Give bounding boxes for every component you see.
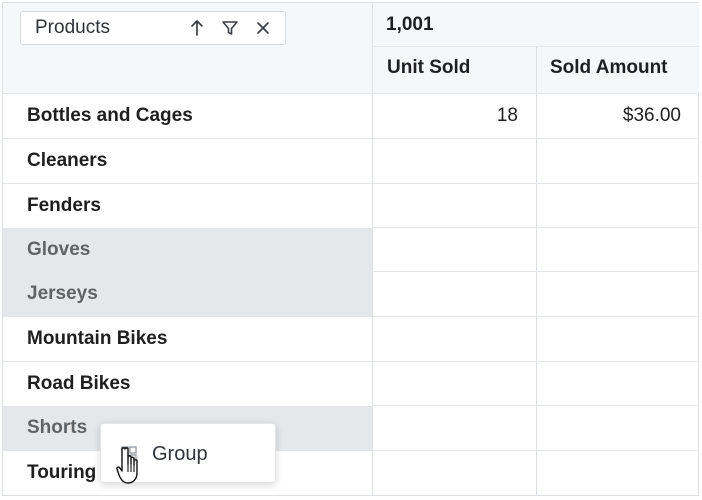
grid-divider bbox=[373, 227, 699, 228]
column-header-unit-sold[interactable]: Unit Sold bbox=[373, 46, 536, 90]
pivot-grid-page: Products 1,001 Unit Sold Sold Amount Bot… bbox=[0, 0, 702, 500]
row-header-mountain-bikes[interactable]: Mountain Bikes bbox=[3, 317, 372, 361]
context-menu: Group bbox=[100, 423, 276, 483]
row-label-text: Shorts bbox=[27, 417, 88, 438]
row-label-text: Jerseys bbox=[27, 283, 98, 304]
group-icon bbox=[119, 444, 139, 464]
cell-value: 18 bbox=[496, 105, 518, 126]
row-label-text: Touring bbox=[27, 462, 97, 483]
grid-divider bbox=[3, 183, 699, 184]
cell-sold-amount[interactable]: $36.00 bbox=[536, 94, 699, 138]
row-label-text: Road Bikes bbox=[27, 373, 131, 394]
cell-unit-sold[interactable]: 18 bbox=[373, 94, 536, 138]
grid-divider bbox=[3, 361, 699, 362]
menu-item-group[interactable]: Group bbox=[101, 432, 275, 476]
cell-value: $36.00 bbox=[622, 105, 681, 126]
grid-divider bbox=[3, 93, 699, 94]
row-label-text: Mountain Bikes bbox=[27, 328, 168, 349]
row-header-area: Products bbox=[3, 3, 372, 93]
column-total-label: 1,001 bbox=[386, 14, 434, 35]
grid-divider bbox=[3, 316, 699, 317]
row-label-text: Gloves bbox=[27, 239, 91, 260]
grid-divider bbox=[3, 138, 699, 139]
row-header-jerseys[interactable]: Jerseys bbox=[3, 272, 372, 316]
row-label-text: Fenders bbox=[27, 195, 101, 216]
row-header-bottles-and-cages[interactable]: Bottles and Cages bbox=[3, 94, 372, 138]
row-header-gloves[interactable]: Gloves bbox=[3, 228, 372, 272]
products-field-chip[interactable]: Products bbox=[20, 11, 286, 45]
grid-divider bbox=[373, 46, 699, 47]
grid-divider bbox=[373, 271, 699, 272]
row-header-fenders[interactable]: Fenders bbox=[3, 184, 372, 228]
field-chip-label: Products bbox=[35, 17, 110, 38]
column-header-label: Sold Amount bbox=[550, 57, 668, 78]
menu-item-label: Group bbox=[152, 442, 208, 465]
filter-icon[interactable] bbox=[219, 17, 241, 39]
close-icon[interactable] bbox=[252, 17, 274, 39]
column-header-sold-amount[interactable]: Sold Amount bbox=[536, 46, 699, 90]
row-header-road-bikes[interactable]: Road Bikes bbox=[3, 362, 372, 406]
row-header-cleaners[interactable]: Cleaners bbox=[3, 139, 372, 183]
column-header-label: Unit Sold bbox=[387, 57, 471, 78]
row-label-text: Cleaners bbox=[27, 150, 108, 171]
grid-divider bbox=[373, 405, 699, 406]
arrow-up-icon[interactable] bbox=[186, 17, 208, 39]
grid-divider bbox=[372, 3, 373, 496]
row-label-text: Bottles and Cages bbox=[27, 105, 193, 126]
